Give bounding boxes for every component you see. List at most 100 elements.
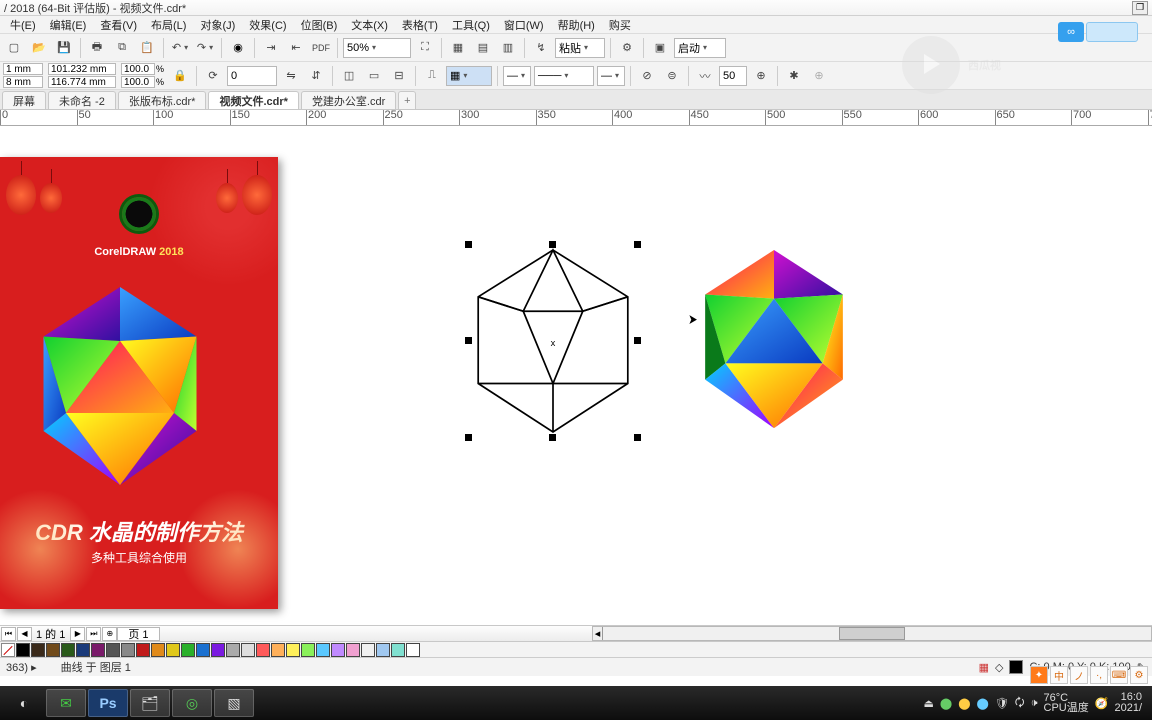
scale-y[interactable]: 100.0 xyxy=(121,76,155,88)
doc-tab[interactable]: 未命名 -2 xyxy=(48,91,116,109)
align1-icon[interactable]: ◫ xyxy=(338,65,360,87)
open-icon[interactable]: 📂 xyxy=(28,37,50,59)
color-swatch[interactable] xyxy=(256,643,270,657)
paste-dropdown[interactable]: 粘贴 xyxy=(555,38,605,58)
taskbar-ps-icon[interactable]: Ps xyxy=(88,689,128,717)
menu-text[interactable]: 文本(X) xyxy=(344,16,395,34)
color-swatch[interactable] xyxy=(391,643,405,657)
color-swatch[interactable] xyxy=(106,643,120,657)
arrow-start[interactable]: — xyxy=(503,66,531,86)
stepper-icon[interactable]: ⊕ xyxy=(750,65,772,87)
cloud-sync-button[interactable]: ∞ xyxy=(1058,22,1138,42)
menu-object[interactable]: 对象(J) xyxy=(193,16,242,34)
color-swatch[interactable] xyxy=(181,643,195,657)
doc-tab[interactable]: 张版布标.cdr* xyxy=(118,91,207,109)
menu-edit[interactable]: 编辑(E) xyxy=(43,16,94,34)
redo-button[interactable]: ↷ xyxy=(194,37,216,59)
menu-help[interactable]: 帮助(H) xyxy=(551,16,602,34)
prev-page-button[interactable]: ◀ xyxy=(17,627,32,641)
outline-width[interactable]: 50 xyxy=(719,66,747,86)
new-icon[interactable]: ▢ xyxy=(3,37,25,59)
copy-icon[interactable]: ⧉ xyxy=(111,37,133,59)
save-icon[interactable]: 💾 xyxy=(53,37,75,59)
paste-icon[interactable]: 📋 xyxy=(136,37,158,59)
lock-ratio-icon[interactable]: 🔒 xyxy=(169,65,191,87)
y-pos[interactable]: 8 mm xyxy=(3,76,43,88)
menu-tools[interactable]: 工具(Q) xyxy=(445,16,497,34)
menu-view[interactable]: 查看(V) xyxy=(93,16,144,34)
canvas[interactable]: CorelDRAW 2018 xyxy=(0,126,1152,625)
snap1-icon[interactable]: ▦ xyxy=(447,37,469,59)
system-tray[interactable]: ⏏ ⬤⬤⬤ 🛡🗘🕩 76°CCPU温度 🧭 16:02021/ xyxy=(923,692,1148,714)
export-icon[interactable]: ⇤ xyxy=(285,37,307,59)
first-page-button[interactable]: ⏮ xyxy=(1,627,16,641)
arrow-end[interactable]: — xyxy=(597,66,625,86)
color-swatch[interactable] xyxy=(91,643,105,657)
color-swatch[interactable] xyxy=(211,643,225,657)
color-swatch[interactable] xyxy=(301,643,315,657)
mirror-v-icon[interactable]: ⇵ xyxy=(305,65,327,87)
outline-color-chip[interactable] xyxy=(1009,660,1023,674)
menu-window[interactable]: 窗口(W) xyxy=(497,16,551,34)
color-swatch[interactable] xyxy=(76,643,90,657)
color-swatch[interactable] xyxy=(226,643,240,657)
taskbar-chrome-icon[interactable]: ◎ xyxy=(172,689,212,717)
doc-tab[interactable]: 屏幕 xyxy=(2,91,46,109)
color-swatch[interactable] xyxy=(16,643,30,657)
x-pos[interactable]: 1 mm xyxy=(3,63,43,75)
auto-close-icon[interactable]: ⊜ xyxy=(661,65,683,87)
close-curve-icon[interactable]: ⊘ xyxy=(636,65,658,87)
next-page-button[interactable]: ▶ xyxy=(70,627,85,641)
h-scrollbar[interactable]: ◂ xyxy=(592,626,1152,641)
color-swatch[interactable] xyxy=(151,643,165,657)
menu-file[interactable]: 牛(E) xyxy=(3,16,43,34)
outline-width-icon[interactable]: 〰 xyxy=(694,65,716,87)
fullscreen-icon[interactable]: ⛶ xyxy=(414,37,436,59)
color-swatch[interactable] xyxy=(31,643,45,657)
menu-bitmap[interactable]: 位图(B) xyxy=(294,16,345,34)
combine-icon[interactable]: ✱ xyxy=(783,65,805,87)
align3-icon[interactable]: ⊟ xyxy=(388,65,410,87)
color-swatch[interactable] xyxy=(241,643,255,657)
ruler-horizontal[interactable]: 0501001502002503003504004505005506006507… xyxy=(0,110,1152,126)
color-swatch[interactable] xyxy=(361,643,375,657)
gear-icon[interactable]: ⚙ xyxy=(616,37,638,59)
crystal-colored-object[interactable] xyxy=(693,250,855,428)
color-swatch[interactable] xyxy=(376,643,390,657)
taskbar-folder-icon[interactable]: 🗂 xyxy=(130,689,170,717)
doc-tab-active[interactable]: 视频文件.cdr* xyxy=(208,91,298,109)
line-style[interactable]: ─── xyxy=(534,66,594,86)
color-swatch[interactable] xyxy=(271,643,285,657)
wrap-style[interactable]: ▦ xyxy=(446,66,492,86)
page-tab[interactable]: 页 1 xyxy=(117,627,159,641)
color-swatch[interactable] xyxy=(346,643,360,657)
undo-button[interactable]: ↶ xyxy=(169,37,191,59)
no-fill-swatch[interactable] xyxy=(1,643,15,657)
add-doc-tab[interactable]: + xyxy=(398,91,416,109)
color-swatch[interactable] xyxy=(46,643,60,657)
menu-table[interactable]: 表格(T) xyxy=(395,16,445,34)
snap3-icon[interactable]: ▥ xyxy=(497,37,519,59)
scale-x[interactable]: 100.0 xyxy=(121,63,155,75)
selected-object[interactable]: x xyxy=(468,244,638,438)
status-doc-icon[interactable]: ▦ xyxy=(979,661,989,674)
print-icon[interactable]: 🖶 xyxy=(86,37,108,59)
color-swatch[interactable] xyxy=(61,643,75,657)
order-icon[interactable]: ⎍ xyxy=(421,65,443,87)
color-swatch[interactable] xyxy=(406,643,420,657)
restore-icon[interactable]: ❐ xyxy=(1132,1,1148,15)
doc-tab[interactable]: 党建办公室.cdr xyxy=(301,91,396,109)
launch-dropdown[interactable]: 启动 xyxy=(674,38,726,58)
fill-none-icon[interactable]: ◇ xyxy=(995,661,1003,674)
publish-pdf-icon[interactable]: PDF xyxy=(310,37,332,59)
align2-icon[interactable]: ▭ xyxy=(363,65,385,87)
mirror-h-icon[interactable]: ⇋ xyxy=(280,65,302,87)
snap2-icon[interactable]: ▤ xyxy=(472,37,494,59)
color-swatch[interactable] xyxy=(136,643,150,657)
color-swatch[interactable] xyxy=(331,643,345,657)
menu-effects[interactable]: 效果(C) xyxy=(242,16,293,34)
menu-buy[interactable]: 购买 xyxy=(602,16,638,34)
rotation-angle[interactable]: 0 xyxy=(227,66,277,86)
ime-bar[interactable]: ✦ 中ノ·, ⌨⚙ xyxy=(1030,666,1148,684)
color-swatch[interactable] xyxy=(166,643,180,657)
